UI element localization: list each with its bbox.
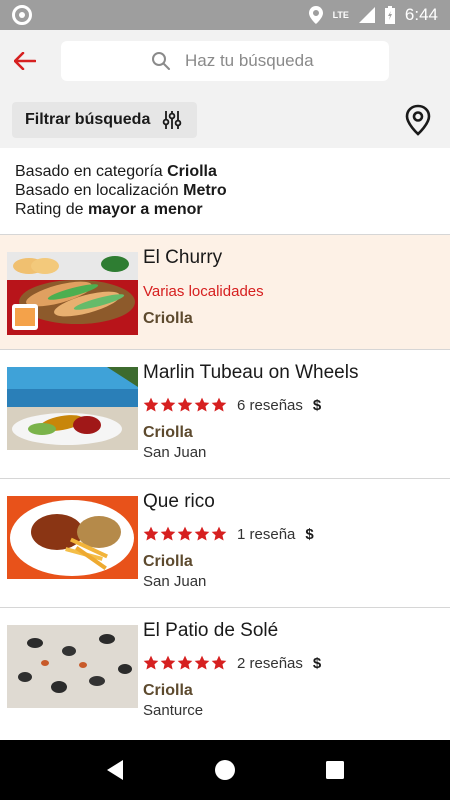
restaurant-card[interactable]: El Churry Varias localidades Criolla xyxy=(0,234,450,349)
restaurant-photo xyxy=(7,496,138,579)
restaurant-photo xyxy=(7,625,138,708)
restaurant-location: Santurce xyxy=(143,702,204,719)
criteria-category: Basado en categoría Criolla xyxy=(15,163,217,180)
restaurant-location: San Juan xyxy=(143,573,207,590)
star-icon xyxy=(194,397,210,412)
back-button[interactable] xyxy=(10,46,40,76)
restaurant-locations: Varias localidades xyxy=(143,283,264,300)
star-icon xyxy=(211,397,227,412)
back-arrow-icon xyxy=(14,52,36,70)
search-input[interactable] xyxy=(185,51,385,71)
star-icon xyxy=(194,655,210,670)
restaurant-card[interactable]: Marlin Tubeau on Wheels 6 reseñas $ Crio… xyxy=(0,349,450,478)
criteria-rating: Rating de mayor a menor xyxy=(15,201,203,218)
star-icon xyxy=(143,655,159,670)
battery-icon xyxy=(384,6,395,24)
network-type: LTE xyxy=(332,10,349,20)
restaurant-name: Que rico xyxy=(143,491,215,512)
star-icon xyxy=(177,526,193,541)
review-count: 1 reseña xyxy=(237,525,296,543)
restaurant-name: El Churry xyxy=(143,247,223,268)
restaurant-info: El Patio de Solé 2 reseñas $ Criolla San… xyxy=(143,620,321,719)
restaurant-photo xyxy=(7,252,138,335)
star-icon xyxy=(160,526,176,541)
restaurant-category: Criolla xyxy=(143,424,193,441)
star-icon xyxy=(143,526,159,541)
filter-bar: Filtrar búsqueda xyxy=(0,92,450,148)
app-header xyxy=(0,30,450,92)
star-icon xyxy=(160,397,176,412)
status-bar: LTE 6:44 xyxy=(0,0,450,30)
star-icon xyxy=(194,526,210,541)
star-icon xyxy=(211,526,227,541)
clock: 6:44 xyxy=(404,5,438,24)
nav-back-button[interactable] xyxy=(100,755,130,785)
star-icon xyxy=(160,655,176,670)
price-level: $ xyxy=(305,525,314,543)
filter-button[interactable]: Filtrar búsqueda xyxy=(12,102,197,138)
nav-back-icon xyxy=(107,760,123,780)
star-rating xyxy=(143,526,227,542)
location-status-icon xyxy=(308,6,323,24)
search-icon xyxy=(152,52,170,70)
star-rating xyxy=(143,397,227,413)
location-pin-icon[interactable] xyxy=(404,104,432,136)
star-icon xyxy=(211,655,227,670)
nav-recents-icon xyxy=(326,761,344,779)
rating-row: 6 reseñas $ xyxy=(143,396,358,414)
rating-row: 1 reseña $ xyxy=(143,525,314,543)
notification-icon xyxy=(12,5,32,25)
rating-row: 2 reseñas $ xyxy=(143,654,321,672)
restaurant-photo xyxy=(7,367,138,450)
sliders-icon xyxy=(163,111,182,129)
restaurant-category: Criolla xyxy=(143,682,193,699)
restaurant-info: El Churry Varias localidades Criolla xyxy=(143,247,264,328)
restaurant-location: San Juan xyxy=(143,444,207,461)
search-box[interactable] xyxy=(61,41,389,81)
filter-label: Filtrar búsqueda xyxy=(25,111,151,128)
star-icon xyxy=(177,397,193,412)
restaurant-info: Que rico 1 reseña $ Criolla San Juan xyxy=(143,491,314,590)
restaurant-card[interactable]: El Patio de Solé 2 reseñas $ Criolla San… xyxy=(0,607,450,740)
results-list: El Churry Varias localidades Criolla Mar… xyxy=(0,234,450,740)
restaurant-card[interactable]: Que rico 1 reseña $ Criolla San Juan xyxy=(0,478,450,607)
price-level: $ xyxy=(312,654,322,672)
restaurant-name: El Patio de Solé xyxy=(143,620,279,641)
price-level: $ xyxy=(312,396,322,414)
search-criteria: Basado en categoría Criolla Basado en lo… xyxy=(0,148,450,234)
signal-icon xyxy=(358,7,375,23)
star-icon xyxy=(177,655,193,670)
criteria-location: Basado en localización Metro xyxy=(15,182,227,199)
star-icon xyxy=(143,397,159,412)
restaurant-category: Criolla xyxy=(143,553,193,570)
review-count: 2 reseñas xyxy=(237,654,303,672)
restaurant-category: Criolla xyxy=(143,310,193,327)
system-nav-bar xyxy=(0,740,450,800)
restaurant-info: Marlin Tubeau on Wheels 6 reseñas $ Crio… xyxy=(143,362,358,461)
nav-home-button[interactable] xyxy=(210,755,240,785)
status-indicators: LTE 6:44 xyxy=(308,5,438,25)
star-rating xyxy=(143,655,227,671)
nav-recents-button[interactable] xyxy=(320,755,350,785)
restaurant-name: Marlin Tubeau on Wheels xyxy=(143,362,359,383)
nav-home-icon xyxy=(215,760,235,780)
review-count: 6 reseñas xyxy=(237,396,303,414)
